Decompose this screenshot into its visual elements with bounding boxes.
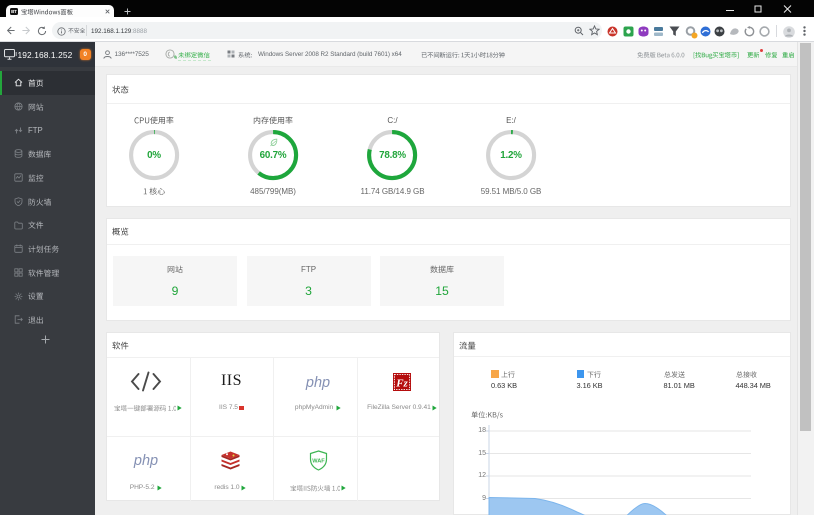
svg-text:WAF: WAF: [312, 459, 325, 465]
svg-text:Fz: Fz: [395, 377, 408, 389]
